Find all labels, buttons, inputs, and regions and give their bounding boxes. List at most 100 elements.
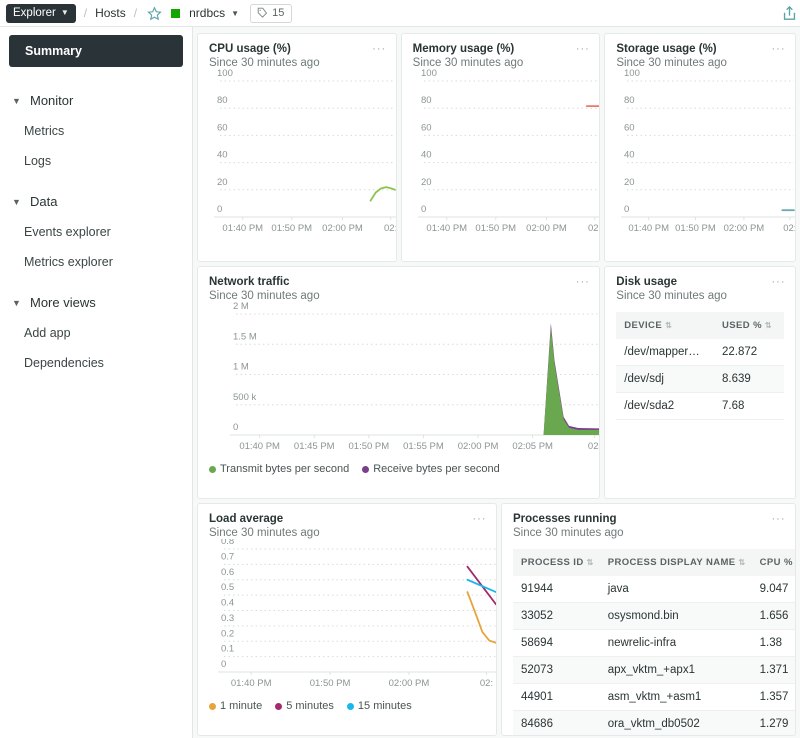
column-header-process-display-name[interactable]: PROCESS DISPLAY NAME ⇅ xyxy=(599,549,752,576)
sidebar-item-metrics-explorer[interactable]: Metrics explorer xyxy=(0,247,192,277)
chart-storage-usage: 0 20 40 60 80 100 01:40 PM 01:50 PM 02:00 PM 02: xyxy=(605,69,796,239)
left-sidebar: Summary ▼ Monitor Metrics Logs ▼ Data Ev… xyxy=(0,27,193,738)
card-menu-button[interactable]: ··· xyxy=(769,511,788,527)
legend-item-15-minutes[interactable]: 15 minutes xyxy=(346,700,412,712)
card-subtitle: Since 30 minutes ago xyxy=(209,290,320,302)
table-row[interactable]: 84686 ora_vktm_db0502 1.279 xyxy=(512,710,795,735)
sidebar-group-data[interactable]: ▼ Data xyxy=(0,186,192,217)
dashboard-row-2: Network traffic Since 30 minutes ago ···… xyxy=(197,266,796,499)
table-row[interactable]: /dev/sda2 7.68 xyxy=(616,392,784,420)
card-title: Disk usage xyxy=(616,276,678,288)
host-name-dropdown[interactable]: nrdbcs ▼ xyxy=(189,6,239,20)
card-cpu-usage: CPU usage (%) Since 30 minutes ago ··· 0… xyxy=(197,33,397,262)
card-title: Load average xyxy=(209,513,284,525)
table-row[interactable]: 58694 newrelic-infra 1.38 xyxy=(512,629,795,657)
card-subtitle: Since 30 minutes ago xyxy=(616,290,727,302)
table-cell: /dev/sdj xyxy=(616,365,715,393)
host-status-indicator xyxy=(171,8,181,18)
dashboard-row-1: CPU usage (%) Since 30 minutes ago ··· 0… xyxy=(197,33,797,262)
y-axis-tick-label: 0.2 xyxy=(221,628,234,639)
table-row[interactable]: 52073 apx_vktm_+apx1 1.371 xyxy=(512,656,795,684)
sidebar-item-events-explorer[interactable]: Events explorer xyxy=(0,217,192,247)
column-header-cpu-pct[interactable]: CPU %⇅ xyxy=(751,549,795,576)
column-header-used-pct[interactable]: USED % ⇅ xyxy=(714,312,784,339)
table-header-row: DEVICE ⇅ USED % ⇅ xyxy=(616,312,784,339)
legend-item-5-minutes[interactable]: 5 minutes xyxy=(275,700,334,712)
table-cell: 1.357 xyxy=(751,683,795,711)
card-menu-button[interactable]: ··· xyxy=(769,41,788,57)
column-header-device[interactable]: DEVICE ⇅ xyxy=(616,312,715,339)
legend-label: Transmit bytes per second xyxy=(220,463,350,475)
card-title: Memory usage (%) xyxy=(412,43,515,55)
y-axis-tick-label: 0.8 xyxy=(221,539,234,547)
table-cell: 1.656 xyxy=(751,602,795,630)
column-header-process-id[interactable]: PROCESS ID ⇅ xyxy=(512,549,600,576)
y-axis-tick-label: 80 xyxy=(421,95,432,106)
table-row[interactable]: 91944 java 9.047 xyxy=(512,576,795,603)
y-axis-tick-label: 0 xyxy=(421,204,426,215)
table-cell: 84686 xyxy=(512,710,600,735)
x-axis-tick-label: 01:40 PM xyxy=(629,223,670,234)
legend-color-dot xyxy=(362,465,370,473)
y-axis-tick-label: 40 xyxy=(624,150,635,161)
x-axis-tick-label: 01:40 PM xyxy=(222,223,263,234)
y-axis-tick-label: 60 xyxy=(624,122,635,133)
table-row[interactable]: /dev/mapper… 22.872 xyxy=(616,339,784,366)
y-axis-tick-label: 40 xyxy=(217,150,228,161)
host-name-label: nrdbcs xyxy=(189,6,226,20)
y-axis-tick-label: 0.3 xyxy=(221,613,234,624)
card-menu-button[interactable]: ··· xyxy=(573,274,592,290)
legend-label: 5 minutes xyxy=(286,700,334,712)
breadcrumb-hosts[interactable]: Hosts xyxy=(95,6,126,20)
chart-memory-usage: 0 20 40 60 80 100 01:40 PM 01:50 PM 02:00 PM 02: xyxy=(402,69,600,239)
x-axis-tick-label: 01:40 PM xyxy=(239,441,280,452)
table-cell: 7.68 xyxy=(714,392,784,420)
sidebar-item-summary[interactable]: Summary xyxy=(9,35,183,67)
card-menu-button[interactable]: ··· xyxy=(470,511,489,527)
card-load-average: Load average Since 30 minutes ago ··· 00… xyxy=(197,503,497,736)
y-axis-tick-label: 80 xyxy=(624,95,635,106)
y-axis-tick-label: 0.4 xyxy=(221,598,234,609)
sidebar-group-monitor[interactable]: ▼ Monitor xyxy=(0,85,192,116)
star-outline-icon[interactable] xyxy=(147,5,162,21)
table-row[interactable]: /dev/sdj 8.639 xyxy=(616,365,784,393)
legend-item-1-minute[interactable]: 1 minute xyxy=(209,700,262,712)
sidebar-item-add-app[interactable]: Add app xyxy=(0,318,192,348)
legend-label: 1 minute xyxy=(220,700,263,712)
column-label: USED % xyxy=(722,320,762,331)
y-axis-tick-label: 40 xyxy=(421,150,432,161)
y-axis-tick-label: 100 xyxy=(421,69,437,79)
breadcrumb-separator-1: / xyxy=(83,6,88,20)
card-menu-button[interactable]: ··· xyxy=(573,41,592,57)
legend-color-dot xyxy=(209,465,216,473)
x-axis-tick-label: 02: xyxy=(480,678,493,689)
y-axis-tick-label: 1 M xyxy=(233,362,249,373)
table-cell: 33052 xyxy=(512,602,600,630)
y-axis-tick-label: 0 xyxy=(217,204,222,215)
legend-color-dot xyxy=(209,702,216,710)
card-menu-button[interactable]: ··· xyxy=(370,41,389,57)
legend-item-receive[interactable]: Receive bytes per second xyxy=(362,463,500,475)
y-axis-tick-label: 0.5 xyxy=(221,582,234,593)
tag-count-badge[interactable]: 15 xyxy=(250,3,293,23)
card-menu-button[interactable]: ··· xyxy=(769,274,788,290)
table-row[interactable]: 33052 osysmond.bin 1.656 xyxy=(512,602,795,630)
sidebar-group-more-views[interactable]: ▼ More views xyxy=(0,287,192,318)
y-axis-tick-label: 0 xyxy=(221,659,226,670)
card-subtitle: Since 30 minutes ago xyxy=(209,57,320,69)
explorer-label: Explorer xyxy=(13,6,56,19)
sidebar-item-dependencies[interactable]: Dependencies xyxy=(0,348,192,378)
sidebar-item-logs[interactable]: Logs xyxy=(0,146,192,176)
legend-item-transmit[interactable]: Transmit bytes per second xyxy=(209,463,349,475)
share-icon[interactable] xyxy=(781,5,798,22)
table-cell: 9.047 xyxy=(751,576,795,603)
card-title: Network traffic xyxy=(209,276,290,288)
card-subtitle: Since 30 minutes ago xyxy=(512,527,624,539)
sidebar-item-metrics[interactable]: Metrics xyxy=(0,116,192,146)
explorer-dropdown[interactable]: Explorer ▼ xyxy=(6,3,76,23)
chevron-down-icon: ▼ xyxy=(231,8,240,18)
table-row[interactable]: 44901 asm_vktm_+asm1 1.357 xyxy=(512,683,795,711)
chart-legend-load: 1 minute 5 minutes 15 minutes xyxy=(198,694,496,712)
tag-count-label: 15 xyxy=(272,6,285,19)
sort-icon: ⇅ xyxy=(738,558,746,567)
